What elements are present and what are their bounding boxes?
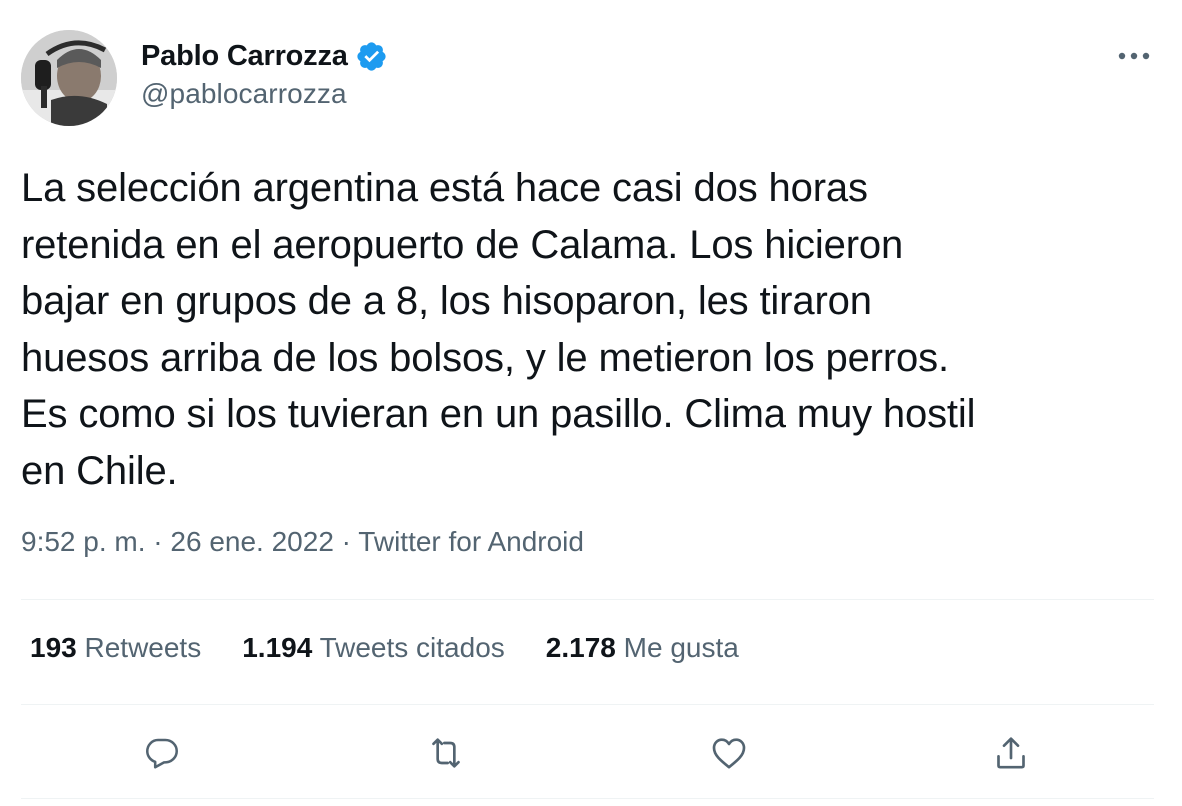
tweet-meta: 9:52 p. m. · 26 ene. 2022 · Twitter for … (21, 526, 584, 558)
divider (21, 798, 1154, 799)
tweet-text-line: bajar en grupos de a 8, los hisoparon, l… (21, 279, 872, 323)
likes-count: 2.178 (545, 632, 616, 663)
retweet-icon[interactable] (420, 727, 472, 779)
tweet-text-line: La selección argentina está hace casi do… (21, 166, 868, 210)
likes-stat[interactable]: 2.178 Me gusta (546, 632, 739, 664)
meta-separator: · (333, 526, 359, 557)
tweet-source: Twitter for Android (358, 526, 584, 557)
tweet-stats: 193 Retweets 1.194 Tweets citados 2.178 … (30, 632, 780, 664)
action-bar (0, 727, 1182, 779)
retweets-stat[interactable]: 193 Retweets (30, 632, 201, 664)
reply-icon[interactable] (136, 727, 188, 779)
quotes-stat[interactable]: 1.194 Tweets citados (242, 632, 505, 664)
quotes-count: 1.194 (242, 632, 313, 663)
likes-label: Me gusta (615, 632, 739, 663)
share-icon[interactable] (985, 727, 1037, 779)
avatar-photo (21, 30, 117, 126)
retweets-label: Retweets (76, 632, 202, 663)
verified-badge-icon (355, 40, 388, 73)
tweet-text-line: retenida en el aeropuerto de Calama. Los… (21, 222, 904, 267)
retweets-count: 193 (30, 632, 77, 663)
avatar[interactable] (21, 30, 117, 126)
tweet-card: Pablo Carrozza @pablocarrozza La selecci… (0, 0, 1182, 806)
handle[interactable]: @pablocarrozza (141, 78, 388, 110)
tweet-text-line: en Chile. (21, 448, 178, 493)
tweet-time[interactable]: 9:52 p. m. (21, 526, 146, 557)
display-name[interactable]: Pablo Carrozza (141, 40, 348, 73)
tweet-text-line: Es como si los tuvieran en un pasillo. C… (21, 392, 976, 436)
divider (21, 599, 1154, 600)
tweet-date[interactable]: 26 ene. 2022 (170, 526, 334, 557)
more-icon[interactable] (1112, 40, 1156, 72)
name-row: Pablo Carrozza (141, 36, 388, 76)
quotes-label: Tweets citados (312, 632, 505, 663)
like-icon[interactable] (703, 727, 755, 779)
meta-separator: · (145, 526, 171, 557)
divider (21, 704, 1154, 705)
author-block: Pablo Carrozza @pablocarrozza (141, 36, 388, 110)
tweet-text-line: huesos arriba de los bolsos, y le metier… (21, 335, 949, 380)
tweet-text: La selección argentina está hace casi do… (21, 160, 1151, 499)
